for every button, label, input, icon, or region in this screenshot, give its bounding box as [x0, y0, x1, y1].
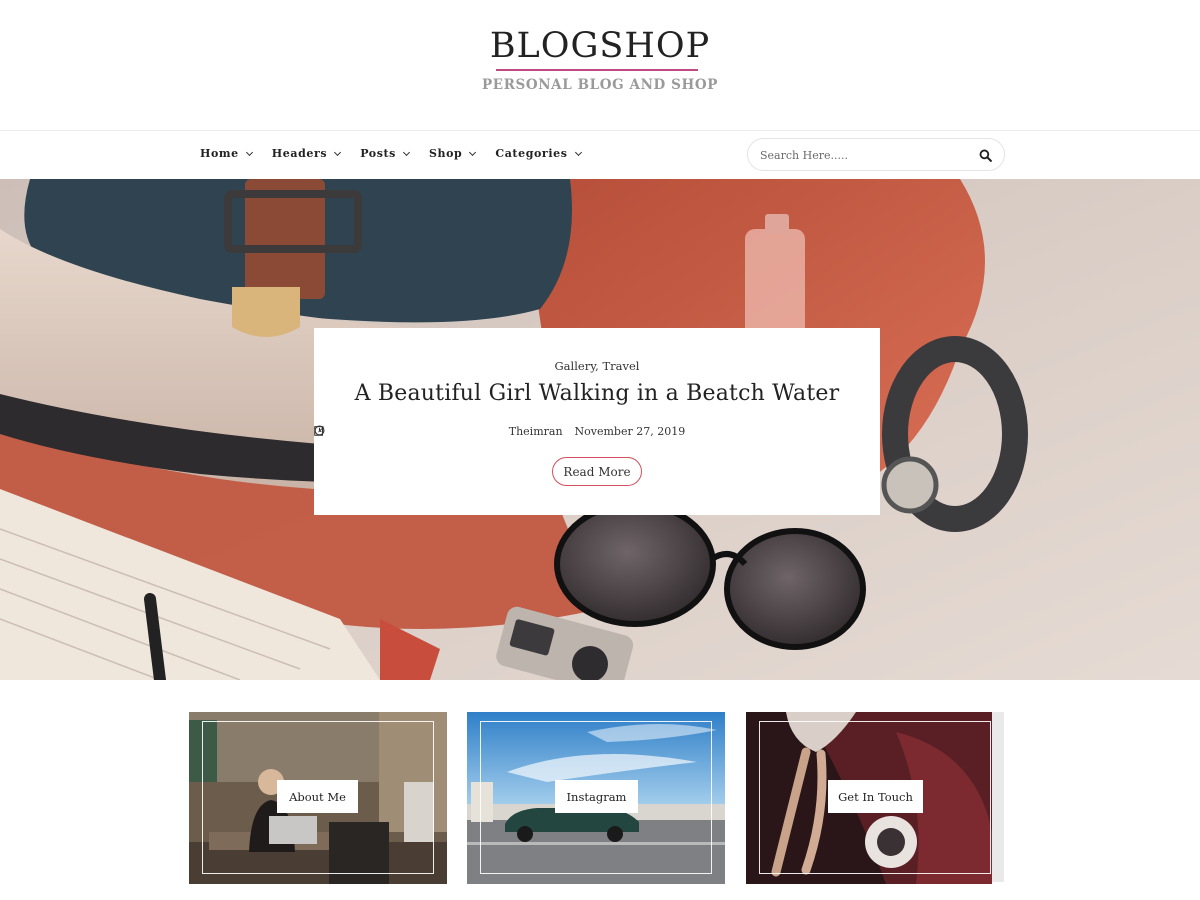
- post-author[interactable]: Theimran: [314, 425, 563, 438]
- chevron-down-icon: [574, 148, 582, 156]
- hero-slider: Gallery, Travel A Beautiful Girl Walking…: [0, 179, 1200, 680]
- main-navigation: Home Headers Posts Shop Categories: [0, 131, 1200, 178]
- post-date[interactable]: November 27, 2019: [314, 425, 686, 438]
- nav-menu: Home Headers Posts Shop Categories: [200, 147, 601, 160]
- nav-item-shop[interactable]: Shop: [428, 147, 477, 160]
- promo-instagram[interactable]: Instagram: [467, 712, 725, 884]
- search-icon[interactable]: [979, 149, 992, 162]
- post-meta: Theimran November 27, 2019: [314, 425, 880, 438]
- nav-item-posts[interactable]: Posts: [360, 147, 411, 160]
- post-title[interactable]: A Beautiful Girl Walking in a Beatch Wat…: [314, 381, 880, 406]
- search-input[interactable]: [760, 145, 960, 165]
- date-text: November 27, 2019: [574, 425, 686, 438]
- promo-get-in-touch[interactable]: Get In Touch: [746, 712, 992, 884]
- chevron-down-icon: [469, 148, 477, 156]
- clock-icon: [314, 425, 325, 436]
- nav-item-home[interactable]: Home: [200, 147, 253, 160]
- promo-label: Get In Touch: [828, 780, 923, 813]
- promo-label: Instagram: [555, 780, 638, 813]
- chevron-down-icon: [334, 148, 342, 156]
- nav-item-label: Headers: [271, 147, 328, 160]
- featured-post-card: Gallery, Travel A Beautiful Girl Walking…: [314, 328, 880, 515]
- promo-scroll-edge: [992, 712, 1004, 882]
- read-more-button[interactable]: Read More: [552, 457, 642, 486]
- nav-item-label: Shop: [428, 147, 463, 160]
- promo-about-me[interactable]: About Me: [189, 712, 447, 884]
- nav-item-headers[interactable]: Headers: [271, 147, 342, 160]
- nav-item-label: Posts: [360, 147, 396, 160]
- nav-item-label: Home: [200, 147, 239, 160]
- site-title[interactable]: BLOGSHOP: [0, 26, 1200, 66]
- promo-label: About Me: [277, 780, 358, 813]
- site-tagline: PERSONAL BLOG AND SHOP: [482, 77, 718, 93]
- nav-item-categories[interactable]: Categories: [495, 147, 582, 160]
- search-box: [747, 138, 1005, 171]
- nav-item-label: Categories: [495, 147, 568, 160]
- chevron-down-icon: [245, 148, 253, 156]
- post-categories[interactable]: Gallery, Travel: [314, 359, 880, 373]
- title-underline: [496, 69, 698, 71]
- site-header: BLOGSHOP PERSONAL BLOG AND SHOP: [0, 0, 1200, 130]
- author-name: Theimran: [508, 425, 563, 438]
- chevron-down-icon: [402, 148, 411, 156]
